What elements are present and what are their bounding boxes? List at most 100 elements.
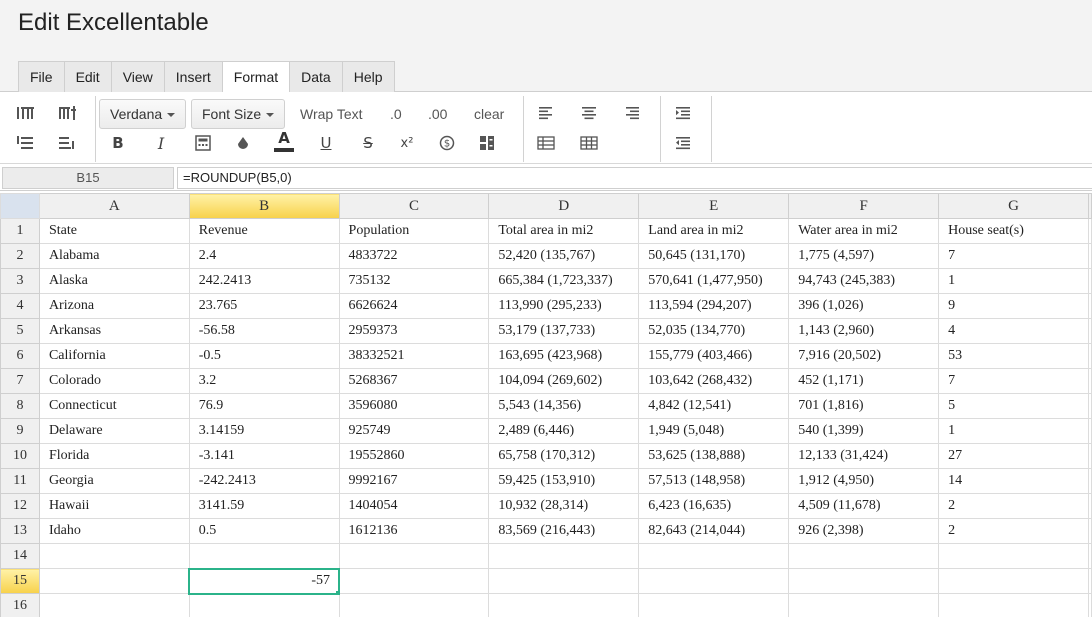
row-header[interactable]: 14	[0, 543, 40, 569]
cell-c7[interactable]: 5268367	[338, 368, 490, 394]
menu-tab-data[interactable]: Data	[289, 61, 343, 92]
font-size-dropdown[interactable]: Font Size	[191, 99, 286, 129]
cell-d2[interactable]: 52,420 (135,767)	[488, 243, 640, 269]
cell-c5[interactable]: 2959373	[338, 318, 490, 344]
row-header[interactable]: 8	[0, 393, 40, 419]
cell-b3[interactable]: 242.2413	[188, 268, 340, 294]
cell-b14[interactable]	[188, 543, 340, 569]
menu-tab-edit[interactable]: Edit	[63, 61, 112, 92]
indent-increase-icon[interactable]	[668, 100, 698, 126]
formula-input[interactable]: =ROUNDUP(B5,0)	[177, 167, 1092, 189]
row-header[interactable]: 6	[0, 343, 40, 369]
cell-f3[interactable]: 94,743 (245,383)	[788, 268, 940, 294]
cell-f2[interactable]: 1,775 (4,597)	[788, 243, 940, 269]
insert-column-icon[interactable]	[52, 100, 82, 126]
cell-f12[interactable]: 4,509 (11,678)	[788, 493, 940, 519]
cell-e15[interactable]	[638, 568, 790, 594]
indent-decrease-icon[interactable]	[668, 130, 698, 156]
column-header-a[interactable]: A	[38, 193, 190, 219]
cell-e12[interactable]: 6,423 (16,635)	[638, 493, 790, 519]
cell-e4[interactable]: 113,594 (294,207)	[638, 293, 790, 319]
cell-c11[interactable]: 9992167	[338, 468, 490, 494]
cell-b13[interactable]: 0.5	[188, 518, 340, 544]
cell-a16[interactable]	[38, 593, 190, 617]
cell-g9[interactable]: 1	[938, 418, 1089, 444]
cell-b16[interactable]	[188, 593, 340, 617]
cell-e2[interactable]: 50,645 (131,170)	[638, 243, 790, 269]
cell-f11[interactable]: 1,912 (4,950)	[788, 468, 940, 494]
cell-f9[interactable]: 540 (1,399)	[788, 418, 940, 444]
cell-g3[interactable]: 1	[938, 268, 1089, 294]
align-left-icon[interactable]	[531, 100, 561, 126]
cell-c4[interactable]: 6626624	[338, 293, 490, 319]
italic-button[interactable]: I	[146, 130, 176, 156]
cell-a11[interactable]: Georgia	[38, 468, 190, 494]
cell-f6[interactable]: 7,916 (20,502)	[788, 343, 940, 369]
cell-g7[interactable]: 7	[938, 368, 1089, 394]
column-header-f[interactable]: F	[788, 193, 940, 219]
select-all-corner[interactable]	[0, 193, 40, 219]
menu-tab-help[interactable]: Help	[341, 61, 395, 92]
calculator-icon[interactable]	[188, 130, 218, 156]
cell-e9[interactable]: 1,949 (5,048)	[638, 418, 790, 444]
cell-e14[interactable]	[638, 543, 790, 569]
row-header[interactable]: 11	[0, 468, 40, 494]
cell-b6[interactable]: -0.5	[188, 343, 340, 369]
cell-d15[interactable]	[488, 568, 640, 594]
wrap-text-button[interactable]: Wrap Text	[294, 99, 369, 129]
cell-b11[interactable]: -242.2413	[188, 468, 340, 494]
align-center-icon[interactable]	[574, 100, 604, 126]
cell-g6[interactable]: 53	[938, 343, 1089, 369]
row-header[interactable]: 7	[0, 368, 40, 394]
row-header[interactable]: 13	[0, 518, 40, 544]
cell-f7[interactable]: 452 (1,171)	[788, 368, 940, 394]
cell-c10[interactable]: 19552860	[338, 443, 490, 469]
bold-button[interactable]: B	[103, 130, 133, 156]
cell-b9[interactable]: 3.14159	[188, 418, 340, 444]
cell-reference-box[interactable]: B15	[2, 167, 174, 189]
cell-b4[interactable]: 23.765	[188, 293, 340, 319]
cell-d14[interactable]	[488, 543, 640, 569]
cell-g10[interactable]: 27	[938, 443, 1089, 469]
cell-g13[interactable]: 2	[938, 518, 1089, 544]
cell-c1[interactable]: Population	[338, 218, 490, 244]
cell-a2[interactable]: Alabama	[38, 243, 190, 269]
row-header[interactable]: 9	[0, 418, 40, 444]
cell-b5[interactable]: -56.58	[188, 318, 340, 344]
cell-d13[interactable]: 83,569 (216,443)	[488, 518, 640, 544]
align-top-icon[interactable]	[10, 130, 40, 156]
cell-e8[interactable]: 4,842 (12,541)	[638, 393, 790, 419]
cell-c9[interactable]: 925749	[338, 418, 490, 444]
cell-f15[interactable]	[788, 568, 940, 594]
cell-b2[interactable]: 2.4	[188, 243, 340, 269]
row-header[interactable]: 1	[0, 218, 40, 244]
cell-a14[interactable]	[38, 543, 190, 569]
align-bottom-icon[interactable]	[52, 130, 82, 156]
cell-d4[interactable]: 113,990 (295,233)	[488, 293, 640, 319]
cell-d9[interactable]: 2,489 (6,446)	[488, 418, 640, 444]
cell-a10[interactable]: Florida	[38, 443, 190, 469]
cell-f5[interactable]: 1,143 (2,960)	[788, 318, 940, 344]
cell-d16[interactable]	[488, 593, 640, 617]
cell-c14[interactable]	[338, 543, 490, 569]
cell-b7[interactable]: 3.2	[188, 368, 340, 394]
row-header[interactable]: 10	[0, 443, 40, 469]
cell-a7[interactable]: Colorado	[38, 368, 190, 394]
cell-g15[interactable]	[938, 568, 1089, 594]
cell-d7[interactable]: 104,094 (269,602)	[488, 368, 640, 394]
strikethrough-button[interactable]: S	[353, 130, 383, 156]
cell-g5[interactable]: 4	[938, 318, 1089, 344]
cell-a9[interactable]: Delaware	[38, 418, 190, 444]
cell-b1[interactable]: Revenue	[188, 218, 340, 244]
cell-g2[interactable]: 7	[938, 243, 1089, 269]
underline-button[interactable]: U	[311, 130, 341, 156]
row-header[interactable]: 15	[0, 568, 40, 594]
cell-a13[interactable]: Idaho	[38, 518, 190, 544]
cell-e10[interactable]: 53,625 (138,888)	[638, 443, 790, 469]
cell-a15[interactable]	[38, 568, 190, 594]
cell-d10[interactable]: 65,758 (170,312)	[488, 443, 640, 469]
row-header[interactable]: 16	[0, 593, 40, 617]
cell-c13[interactable]: 1612136	[338, 518, 490, 544]
insert-table-icon[interactable]	[531, 130, 561, 156]
clear-button[interactable]: clear	[468, 99, 510, 129]
